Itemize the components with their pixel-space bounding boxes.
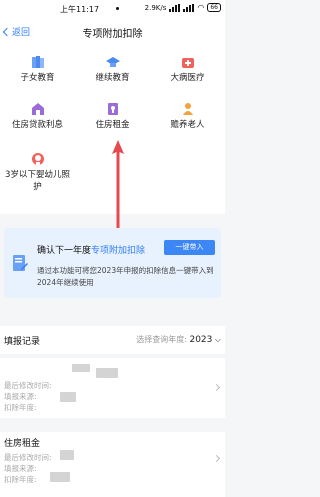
elder-support-icon: [182, 103, 193, 115]
record-item[interactable]: 住房租金 最后修改时间: 填报来源: 扣除年度:: [0, 432, 225, 497]
redacted-block: [96, 368, 118, 378]
deduction-item-house-rent[interactable]: 住房租金: [75, 102, 150, 131]
records-title: 填报记录: [4, 337, 41, 347]
deduction-item-continuing-education[interactable]: 继续教育: [75, 55, 150, 84]
year-selector[interactable]: 选择查询年度: 2023 ⌵: [136, 334, 221, 345]
selected-year: 2023: [189, 335, 213, 345]
network-speed: 2.9K/s: [144, 3, 167, 12]
status-time: 上午11:17: [60, 5, 100, 14]
page-title: 专项附加扣除: [82, 29, 143, 40]
carry-forward-banner: 确认下一年度专项附加扣除 一键带入 通过本功能可将您2023年申报的扣除信息一键…: [4, 228, 221, 298]
status-bar: 上午11:17 2.9K/s ◠ 66: [0, 0, 225, 17]
deduction-item-house-loan[interactable]: 住房贷款利息: [0, 102, 75, 131]
chevron-right-icon: [212, 454, 221, 463]
status-dot-icon: [116, 7, 119, 10]
graduation-cap-icon: [105, 57, 120, 67]
red-arrow-annotation: [112, 140, 124, 240]
banner-description: 通过本功能可将您2023年申报的扣除信息一键带入到2024年继续使用: [37, 266, 214, 287]
redacted-block: [60, 450, 74, 460]
chevron-right-icon: [212, 383, 221, 392]
child-education-icon: [31, 56, 44, 68]
house-rent-icon: [107, 103, 118, 115]
deduction-item-medical[interactable]: 大病医疗: [150, 55, 225, 84]
status-indicators: 2.9K/s ◠ 66: [145, 3, 221, 12]
battery-icon: 66: [207, 3, 221, 12]
wifi-icon: ◠: [197, 3, 205, 12]
signal-2-icon: [183, 3, 195, 12]
records-header: 填报记录 选择查询年度: 2023 ⌵: [0, 326, 225, 354]
deduction-item-child-education[interactable]: 子女教育: [0, 55, 75, 84]
banner-heading: 确认下一年度专项附加扣除: [37, 246, 146, 256]
signal-icon: [169, 3, 181, 12]
redacted-block: [60, 392, 76, 402]
house-loan-icon: [31, 103, 44, 115]
redacted-block: [72, 364, 90, 372]
one-click-import-button[interactable]: 一键带入: [164, 240, 215, 255]
medical-kit-icon: [181, 58, 194, 68]
deduction-item-infant-care[interactable]: 3岁以下婴幼儿照护: [0, 152, 75, 193]
redacted-block: [50, 472, 70, 482]
chevron-down-icon: ⌵: [214, 335, 221, 344]
document-edit-icon: [13, 255, 28, 271]
infant-care-icon: [31, 153, 44, 165]
record-item[interactable]: 最后修改时间: 填报来源: 扣除年度:: [0, 358, 225, 418]
nav-bar: 返回 专项附加扣除: [0, 17, 225, 47]
deduction-item-elder-support[interactable]: 赡养老人: [150, 102, 225, 131]
